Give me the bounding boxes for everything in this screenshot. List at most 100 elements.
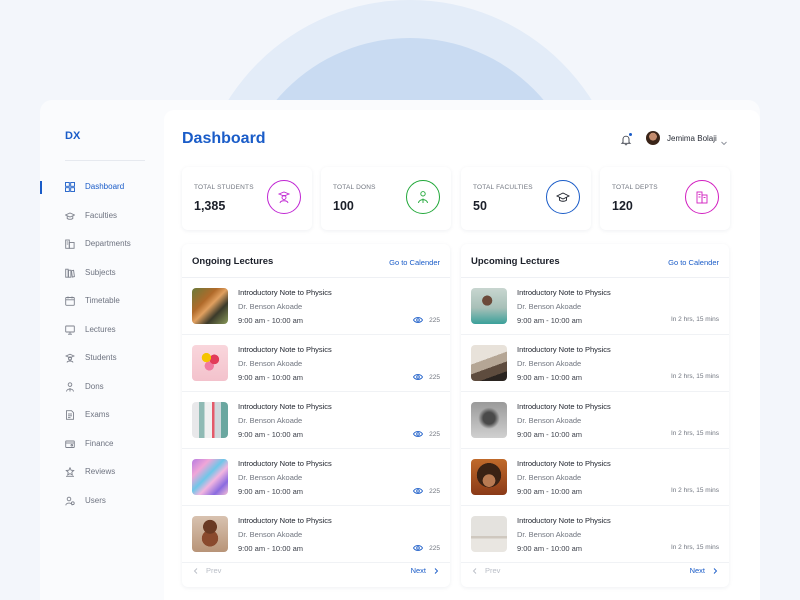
sidebar-item-label: Students (85, 353, 117, 362)
lecturer-name: Dr. Benson Akoade (517, 530, 582, 539)
avatar[interactable] (646, 131, 660, 145)
lecture-time: 9:00 am - 10:00 am (517, 544, 583, 553)
sidebar-item-lectures[interactable]: Lectures (40, 321, 164, 350)
lecture-title: Introductory Note to Physics (238, 516, 332, 525)
sidebar-item-users[interactable]: Users (40, 492, 164, 521)
time-until-start: In 2 hrs, 15 mins (670, 373, 719, 380)
graduation-cap-icon (546, 180, 580, 214)
lecture-thumbnail-room-chair (471, 345, 507, 381)
view-count: 225 (413, 316, 440, 324)
lecture-time: 9:00 am - 10:00 am (238, 430, 304, 439)
departments-icon (65, 239, 75, 249)
next-button[interactable]: Next (411, 566, 440, 575)
graduation-cap-icon (65, 211, 75, 221)
stat-value: 100 (333, 199, 354, 213)
ongoing-lectures-panel: Ongoing Lectures Go to Calender Introduc… (182, 244, 450, 587)
list-item[interactable]: Introductory Note to Physics Dr. Benson … (461, 335, 729, 392)
stats-row: TOTAL STUDENTS 1,385 TOTAL DONS 100 TOTA… (182, 167, 730, 230)
prev-button[interactable]: Prev (471, 566, 500, 575)
lecture-title: Introductory Note to Physics (238, 345, 332, 354)
sidebar-item-students[interactable]: Students (40, 349, 164, 378)
lecture-thumbnail-bare-tree (471, 402, 507, 438)
stat-card-faculties: TOTAL FACULTIES 50 (461, 167, 591, 230)
view-count: 225 (413, 430, 440, 438)
sidebar-item-label: Reviews (85, 467, 116, 476)
lecture-title: Introductory Note to Physics (517, 345, 611, 354)
lecture-title: Introductory Note to Physics (517, 459, 611, 468)
prev-button[interactable]: Prev (192, 566, 221, 575)
next-label: Next (689, 566, 705, 575)
stat-value: 1,385 (194, 199, 226, 213)
lecture-thumbnail-desk (471, 516, 507, 552)
sidebar-item-label: Exams (85, 410, 110, 419)
panel-title: Ongoing Lectures (192, 256, 274, 267)
lecture-time: 9:00 am - 10:00 am (517, 316, 583, 325)
page-title: Dashboard (182, 130, 266, 147)
sidebar-item-departments[interactable]: Departments (40, 235, 164, 264)
view-count-value: 225 (429, 487, 440, 495)
lecture-screen-icon (65, 325, 75, 335)
view-count: 225 (413, 544, 440, 552)
sidebar-item-finance[interactable]: Finance (40, 435, 164, 464)
lecture-time: 9:00 am - 10:00 am (238, 487, 304, 496)
pagination: Prev Next (461, 562, 729, 582)
notification-bell-icon[interactable] (620, 133, 632, 146)
lecture-thumbnail-donuts (192, 516, 228, 552)
list-item[interactable]: Introductory Note to Physics Dr. Benson … (182, 278, 450, 335)
student-icon (267, 180, 301, 214)
stat-label: TOTAL DEPTS (612, 184, 658, 191)
time-until-start: In 2 hrs, 15 mins (670, 544, 719, 551)
list-item[interactable]: Introductory Note to Physics Dr. Benson … (461, 506, 729, 563)
view-count: 225 (413, 487, 440, 495)
sidebar-item-label: Departments (85, 239, 131, 248)
list-item[interactable]: Introductory Note to Physics Dr. Benson … (182, 449, 450, 506)
lecture-thumbnail-abstract-shapes (192, 402, 228, 438)
sidebar-item-dashboard[interactable]: Dashboard (40, 178, 164, 207)
list-item[interactable]: Introductory Note to Physics Dr. Benson … (182, 335, 450, 392)
view-count-value: 225 (429, 373, 440, 381)
lecturer-name: Dr. Benson Akoade (517, 302, 582, 311)
user-name[interactable]: Jemima Bolaji (667, 134, 717, 143)
chevron-right-icon (434, 567, 439, 574)
go-to-calendar-link[interactable]: Go to Calender (668, 258, 719, 267)
lecture-thumbnail-marble-swirl (192, 459, 228, 495)
sidebar-item-exams[interactable]: Exams (40, 406, 164, 435)
building-icon (685, 180, 719, 214)
users-icon (65, 496, 75, 506)
sidebar-item-label: Timetable (85, 296, 120, 305)
view-count-value: 225 (429, 430, 440, 438)
lecture-time: 9:00 am - 10:00 am (238, 373, 304, 382)
time-until-start: In 2 hrs, 15 mins (670, 316, 719, 323)
lecture-thumbnail-woman-laptop (471, 288, 507, 324)
sidebar-item-label: Dashboard (85, 182, 125, 191)
lecture-title: Introductory Note to Physics (238, 402, 332, 411)
lecturer-name: Dr. Benson Akoade (517, 473, 582, 482)
sidebar-item-timetable[interactable]: Timetable (40, 292, 164, 321)
sidebar-item-reviews[interactable]: Reviews (40, 463, 164, 492)
lecturer-name: Dr. Benson Akoade (238, 359, 303, 368)
stat-card-depts: TOTAL DEPTS 120 (600, 167, 730, 230)
sidebar-item-dons[interactable]: Dons (40, 378, 164, 407)
go-to-calendar-link[interactable]: Go to Calender (389, 258, 440, 267)
list-item[interactable]: Introductory Note to Physics Dr. Benson … (182, 392, 450, 449)
list-item[interactable]: Introductory Note to Physics Dr. Benson … (182, 506, 450, 563)
next-button[interactable]: Next (690, 566, 719, 575)
sidebar-item-label: Lectures (85, 324, 116, 334)
view-count-value: 225 (429, 316, 440, 324)
sidebar-item-faculties[interactable]: Faculties (40, 207, 164, 236)
list-item[interactable]: Introductory Note to Physics Dr. Benson … (461, 278, 729, 335)
list-item[interactable]: Introductory Note to Physics Dr. Benson … (461, 392, 729, 449)
eye-icon (413, 317, 424, 323)
stat-value: 120 (612, 199, 633, 213)
stat-card-students: TOTAL STUDENTS 1,385 (182, 167, 312, 230)
list-item[interactable]: Introductory Note to Physics Dr. Benson … (461, 449, 729, 506)
lecture-title: Introductory Note to Physics (238, 459, 332, 468)
chevron-down-icon[interactable] (720, 134, 728, 146)
calendar-icon (65, 296, 75, 306)
sidebar-item-subjects[interactable]: Subjects (40, 264, 164, 293)
panel-title: Upcoming Lectures (471, 256, 560, 267)
stat-label: TOTAL STUDENTS (194, 184, 254, 191)
sidebar-item-label: Finance (85, 438, 114, 448)
eye-icon (413, 431, 424, 437)
lecturer-name: Dr. Benson Akoade (517, 359, 582, 368)
